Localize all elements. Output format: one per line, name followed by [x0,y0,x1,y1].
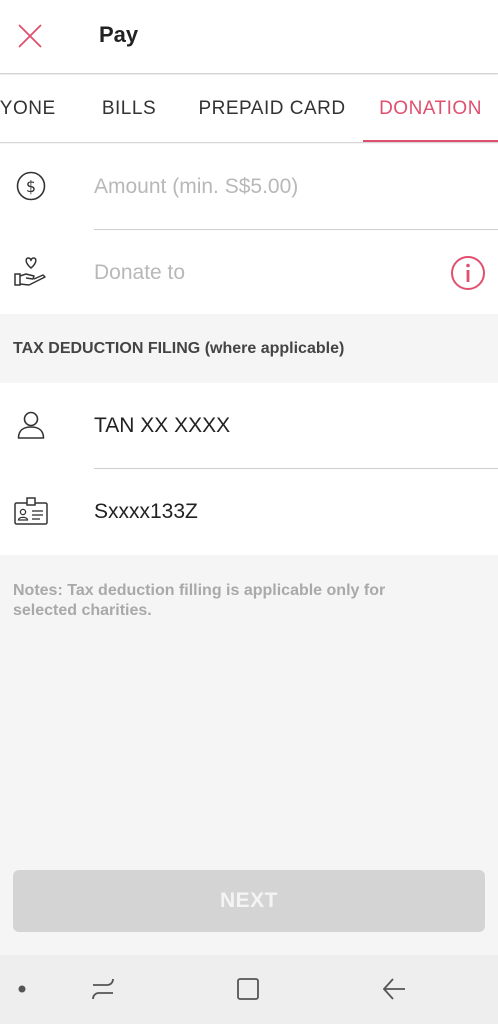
amount-input[interactable]: Amount (min. S$5.00) [94,144,298,230]
info-button[interactable] [450,255,486,291]
tab-prepaid-card[interactable]: PREPAID CARD [190,75,354,142]
amount-row[interactable]: $ Amount (min. S$5.00) [0,144,498,230]
page-title: Pay [99,22,139,47]
system-nav-bar [0,955,498,1024]
pay-tabs: IYONE BILLS PREPAID CARD DONATION [0,75,498,143]
home-icon [237,978,259,1000]
donate-to-input[interactable]: Donate to [94,230,185,316]
id-field[interactable]: Sxxxx133Z [94,469,198,555]
svg-text:$: $ [26,177,36,196]
back-arrow-icon [382,978,405,1000]
app-header: Pay [0,0,498,74]
active-tab-indicator [363,140,498,142]
pay-screen: Pay IYONE BILLS PREPAID CARD DONATION $ … [0,0,498,1024]
donation-form: $ Amount (min. S$5.00) Donate to [0,144,498,314]
info-icon [451,256,485,290]
home-button[interactable] [232,973,264,1005]
notes-text: Notes: Tax deduction filling is applicab… [13,582,386,619]
next-button[interactable]: NEXT [13,870,485,932]
tab-bills[interactable]: BILLS [90,75,168,142]
nav-dot-button[interactable] [6,973,38,1005]
id-row[interactable]: Sxxxx133Z [0,469,498,555]
tax-section-label: TAX DEDUCTION FILING (where applicable) [13,340,345,357]
dot-icon [18,985,26,993]
tab-donation[interactable]: DONATION [363,75,498,142]
donate-to-row[interactable]: Donate to [0,230,498,316]
tax-form: TAN XX XXXX Sxxxx133Z [0,383,498,555]
dollar-icon: $ [12,167,50,205]
close-button[interactable] [14,20,46,52]
name-row[interactable]: TAN XX XXXX [0,383,498,469]
close-icon [18,24,42,48]
recents-icon [92,978,114,1000]
person-icon [12,406,50,444]
back-button[interactable] [378,973,410,1005]
heart-hand-icon [12,253,50,291]
name-field[interactable]: TAN XX XXXX [94,383,230,469]
tab-anyone[interactable]: IYONE [0,75,58,142]
id-card-icon [12,492,50,530]
recents-button[interactable] [87,973,119,1005]
